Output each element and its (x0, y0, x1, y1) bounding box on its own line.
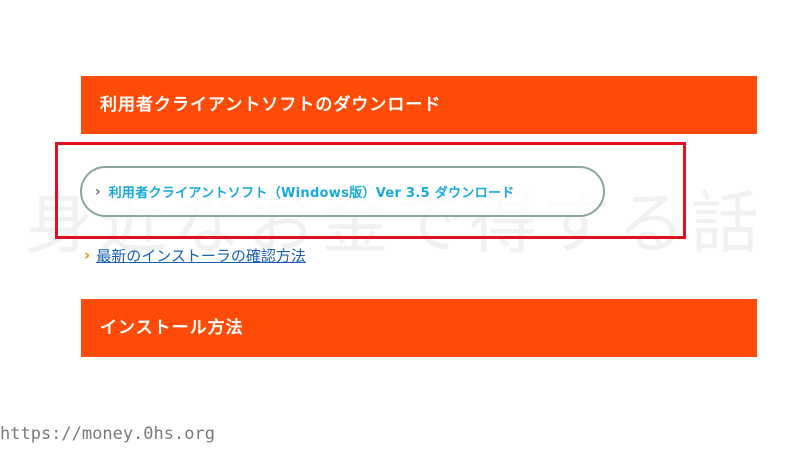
install-section-header: インストール方法 (81, 299, 757, 357)
page: 身近なお金で得する話 利用者クライアントソフトのダウンロード › 利用者クライア… (0, 0, 800, 450)
highlight-box (55, 142, 686, 239)
download-section-header: 利用者クライアントソフトのダウンロード (81, 76, 757, 134)
installer-info-link[interactable]: 最新のインストーラの確認方法 (96, 245, 306, 266)
chevron-right-icon: › (84, 245, 91, 264)
installer-info-link-row: › 最新のインストーラの確認方法 (84, 244, 306, 266)
site-url-watermark: https://money.0hs.org (0, 424, 215, 444)
